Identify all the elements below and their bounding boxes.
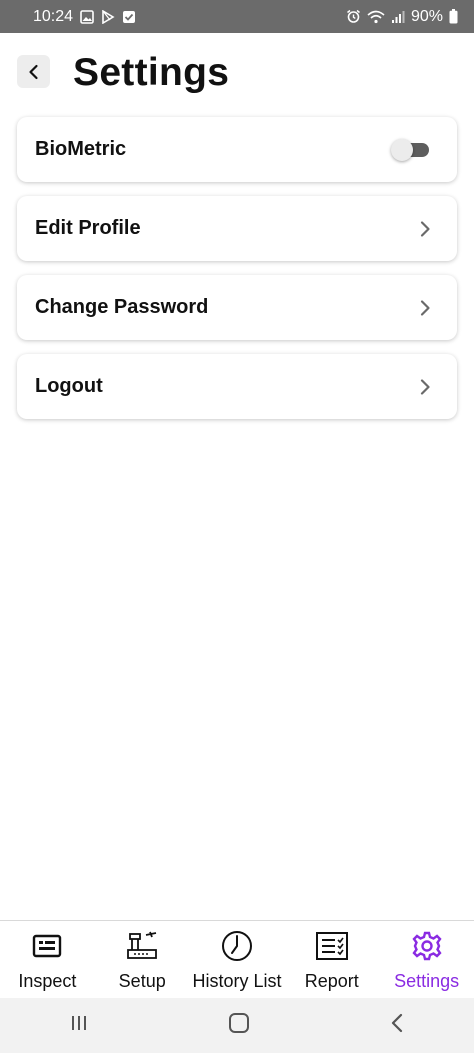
header: Settings <box>0 33 474 113</box>
chevron-right-icon <box>419 299 431 317</box>
alarm-icon <box>346 9 361 24</box>
edit-profile-label: Edit Profile <box>35 217 141 239</box>
battery-icon <box>449 9 458 24</box>
settings-list: BioMetric Edit Profile Change Password L… <box>17 117 457 433</box>
id-card-icon <box>32 929 62 963</box>
back-button[interactable] <box>17 55 50 88</box>
system-back-button[interactable] <box>389 1013 405 1038</box>
nav-item-report[interactable]: Report <box>284 921 379 999</box>
biometric-toggle[interactable] <box>391 138 431 161</box>
system-nav-bar <box>0 998 474 1053</box>
recent-apps-button[interactable] <box>69 1014 89 1037</box>
nav-label-setup: Setup <box>118 971 166 991</box>
play-store-icon <box>101 9 115 24</box>
logout-label: Logout <box>35 375 103 397</box>
status-left: 10:24 <box>33 8 136 26</box>
home-button[interactable] <box>228 1012 250 1039</box>
status-right: 90% <box>346 8 458 26</box>
recent-apps-icon <box>72 1016 87 1030</box>
gallery-icon <box>80 9 94 24</box>
settings-item-logout[interactable]: Logout <box>17 354 457 419</box>
airport-tower-icon <box>126 929 158 963</box>
status-time: 10:24 <box>33 7 74 25</box>
home-icon <box>228 1013 249 1033</box>
page-title: Settings <box>73 51 230 94</box>
status-bar: 10:24 90% <box>0 0 474 33</box>
nav-item-history-list[interactable]: History List <box>190 921 285 999</box>
gear-icon <box>412 929 442 963</box>
signal-icon <box>391 10 405 24</box>
bottom-nav: Inspect Setup History List Report Settin… <box>0 920 474 999</box>
nav-item-inspect[interactable]: Inspect <box>0 921 95 999</box>
battery-percent: 90% <box>410 7 443 25</box>
nav-label-inspect: Inspect <box>18 971 77 991</box>
nav-item-setup[interactable]: Setup <box>95 921 190 999</box>
nav-item-settings[interactable]: Settings <box>379 921 474 999</box>
chevron-right-icon <box>419 378 431 396</box>
back-icon <box>391 1013 402 1033</box>
wifi-icon <box>367 10 385 24</box>
clock-icon <box>221 929 253 963</box>
nav-label-report: Report <box>304 971 359 991</box>
chevron-left-icon <box>28 64 38 79</box>
checklist-icon <box>315 929 349 963</box>
nav-label-settings: Settings <box>394 971 460 991</box>
change-password-label: Change Password <box>35 296 209 318</box>
settings-item-biometric: BioMetric <box>17 117 457 182</box>
nav-label-history-list: History List <box>192 971 282 991</box>
settings-item-change-password[interactable]: Change Password <box>17 275 457 340</box>
biometric-label: BioMetric <box>35 138 127 160</box>
chevron-right-icon <box>419 220 431 238</box>
settings-item-edit-profile[interactable]: Edit Profile <box>17 196 457 261</box>
task-check-icon <box>122 10 136 24</box>
toggle-knob <box>391 138 413 161</box>
